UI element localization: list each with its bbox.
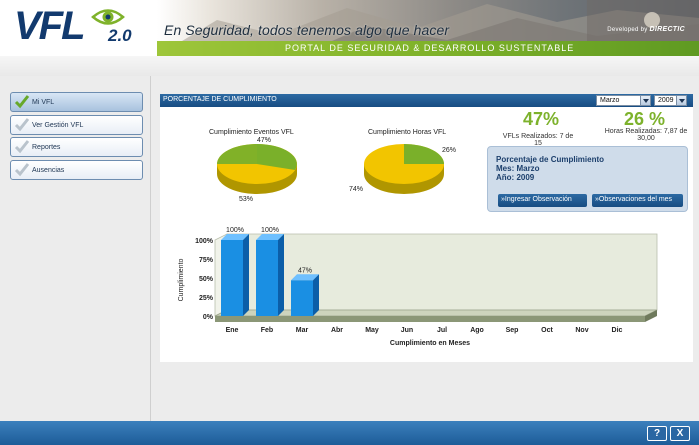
x-tick-label: Jun: [401, 327, 413, 334]
chevron-down-icon: [676, 96, 686, 105]
hours-percentage: 26 %: [624, 109, 666, 129]
close-button[interactable]: X: [670, 426, 690, 441]
bar-data-label: 100%: [226, 227, 244, 234]
logo-version: 2.0: [108, 26, 132, 45]
check-icon: [14, 140, 30, 154]
pie-chart-eventos: [217, 144, 297, 194]
monthly-compliance-bar-chart: 100% 75% 50% 25% 0% Ene Feb Mar Abr May Jun Jul Ago…: [178, 227, 658, 347]
y-tick-label: 25%: [199, 295, 214, 302]
check-icon: [14, 95, 30, 109]
y-tick-label: 0%: [203, 314, 214, 321]
vfl-percentage: 47%: [523, 109, 560, 129]
bar[interactable]: [221, 234, 249, 316]
check-icon: [14, 118, 30, 132]
ingresar-observacion-button[interactable]: »Ingresar Observación: [498, 194, 587, 207]
pie-chart-horas: [364, 144, 444, 194]
x-tick-label: Oct: [541, 327, 553, 334]
sidebar-item-label: Ver Gestión VFL: [32, 121, 84, 129]
info-title: Porcentaje de Cumplimiento: [496, 155, 605, 164]
month-select-value: Marzo: [600, 97, 620, 104]
button-label: Observaciones del mes: [598, 196, 673, 203]
chevron-down-icon: [640, 96, 650, 105]
portal-title: PORTAL DE SEGURIDAD & DESARROLLO SUSTENT…: [285, 43, 575, 53]
sidebar-item-label: Mi VFL: [32, 98, 55, 106]
pie-title-eventos: Cumplimiento Eventos VFL: [209, 129, 294, 136]
bar[interactable]: [256, 234, 284, 316]
pie-title-horas: Cumplimiento Horas VFL: [368, 129, 447, 136]
x-tick-label: Nov: [575, 327, 588, 334]
button-label: Ingresar Observación: [504, 196, 572, 203]
compliance-panel: PORCENTAJE DE CUMPLIMIENTO Marzo 2009 Cu…: [160, 94, 693, 362]
logo-text: VFL: [14, 4, 86, 48]
x-tick-label: Jul: [437, 327, 447, 334]
x-tick-label: Abr: [331, 327, 343, 334]
compliance-info-box: Porcentaje de Cumplimiento Mes: Marzo Añ…: [487, 146, 688, 212]
y-axis-label: Cumplimiento: [178, 258, 185, 301]
sidebar-item-ausencias[interactable]: Ausencias: [10, 160, 143, 180]
y-tick-label: 50%: [199, 276, 214, 283]
sidebar: Mi VFL Ver Gestión VFL Reportes Ausencia…: [0, 76, 151, 421]
vfl-count-label: VFLs Realizados: 7 de 15: [502, 133, 574, 147]
portal-bar: PORTAL DE SEGURIDAD & DESARROLLO SUSTENT…: [157, 41, 699, 56]
developed-by: Developed by DIRECTIC: [607, 26, 685, 33]
year-select-value: 2009: [658, 97, 674, 104]
header-strip: [0, 56, 699, 76]
hours-label: Horas Realizadas: 7,87 de 30,00: [604, 128, 688, 142]
info-month: Mes: Marzo: [496, 164, 540, 173]
observaciones-mes-button[interactable]: »Observaciones del mes: [592, 194, 683, 207]
tagline: En Seguridad, todos tenemos algo que hac…: [164, 22, 450, 38]
panel-header: PORCENTAJE DE CUMPLIMIENTO Marzo 2009: [160, 94, 693, 107]
info-year: Año: 2009: [496, 173, 535, 182]
bar-data-label: 47%: [298, 267, 312, 274]
x-tick-label: Feb: [261, 327, 273, 334]
x-tick-label: Sep: [506, 327, 519, 334]
sidebar-item-mi-vfl[interactable]: Mi VFL: [10, 92, 143, 112]
panel-title: PORCENTAJE DE CUMPLIMIENTO: [163, 96, 277, 103]
bar-data-label: 100%: [261, 227, 279, 234]
sidebar-item-label: Ausencias: [32, 166, 65, 174]
sidebar-item-reportes[interactable]: Reportes: [10, 137, 143, 157]
y-tick-label: 75%: [199, 257, 214, 264]
sidebar-item-label: Reportes: [32, 143, 61, 151]
x-tick-label: Dic: [612, 327, 623, 334]
help-button[interactable]: ?: [647, 426, 667, 441]
check-icon: [14, 163, 30, 177]
pie-horas-remaining-label: 74%: [349, 186, 364, 193]
bar[interactable]: [291, 274, 319, 316]
month-select[interactable]: Marzo: [596, 95, 651, 106]
x-tick-label: Ene: [226, 327, 239, 334]
x-axis-label: Cumplimiento en Meses: [390, 340, 470, 347]
year-select[interactable]: 2009: [654, 95, 687, 106]
pie-eventos-completed-label: 47%: [257, 137, 272, 144]
sidebar-item-ver-gestion[interactable]: Ver Gestión VFL: [10, 115, 143, 135]
pie-eventos-remaining-label: 53%: [239, 196, 254, 203]
header: VFL 2.0 En Seguridad, todos tenemos algo…: [0, 0, 699, 76]
header-banner: En Seguridad, todos tenemos algo que hac…: [157, 0, 699, 56]
footer: ? X: [0, 421, 699, 445]
x-tick-label: May: [365, 327, 379, 334]
x-tick-label: Mar: [296, 327, 309, 334]
vfl-logo: VFL 2.0: [14, 4, 144, 50]
eye-icon: [91, 9, 125, 25]
x-tick-label: Ago: [470, 327, 484, 334]
y-tick-label: 100%: [195, 238, 214, 245]
